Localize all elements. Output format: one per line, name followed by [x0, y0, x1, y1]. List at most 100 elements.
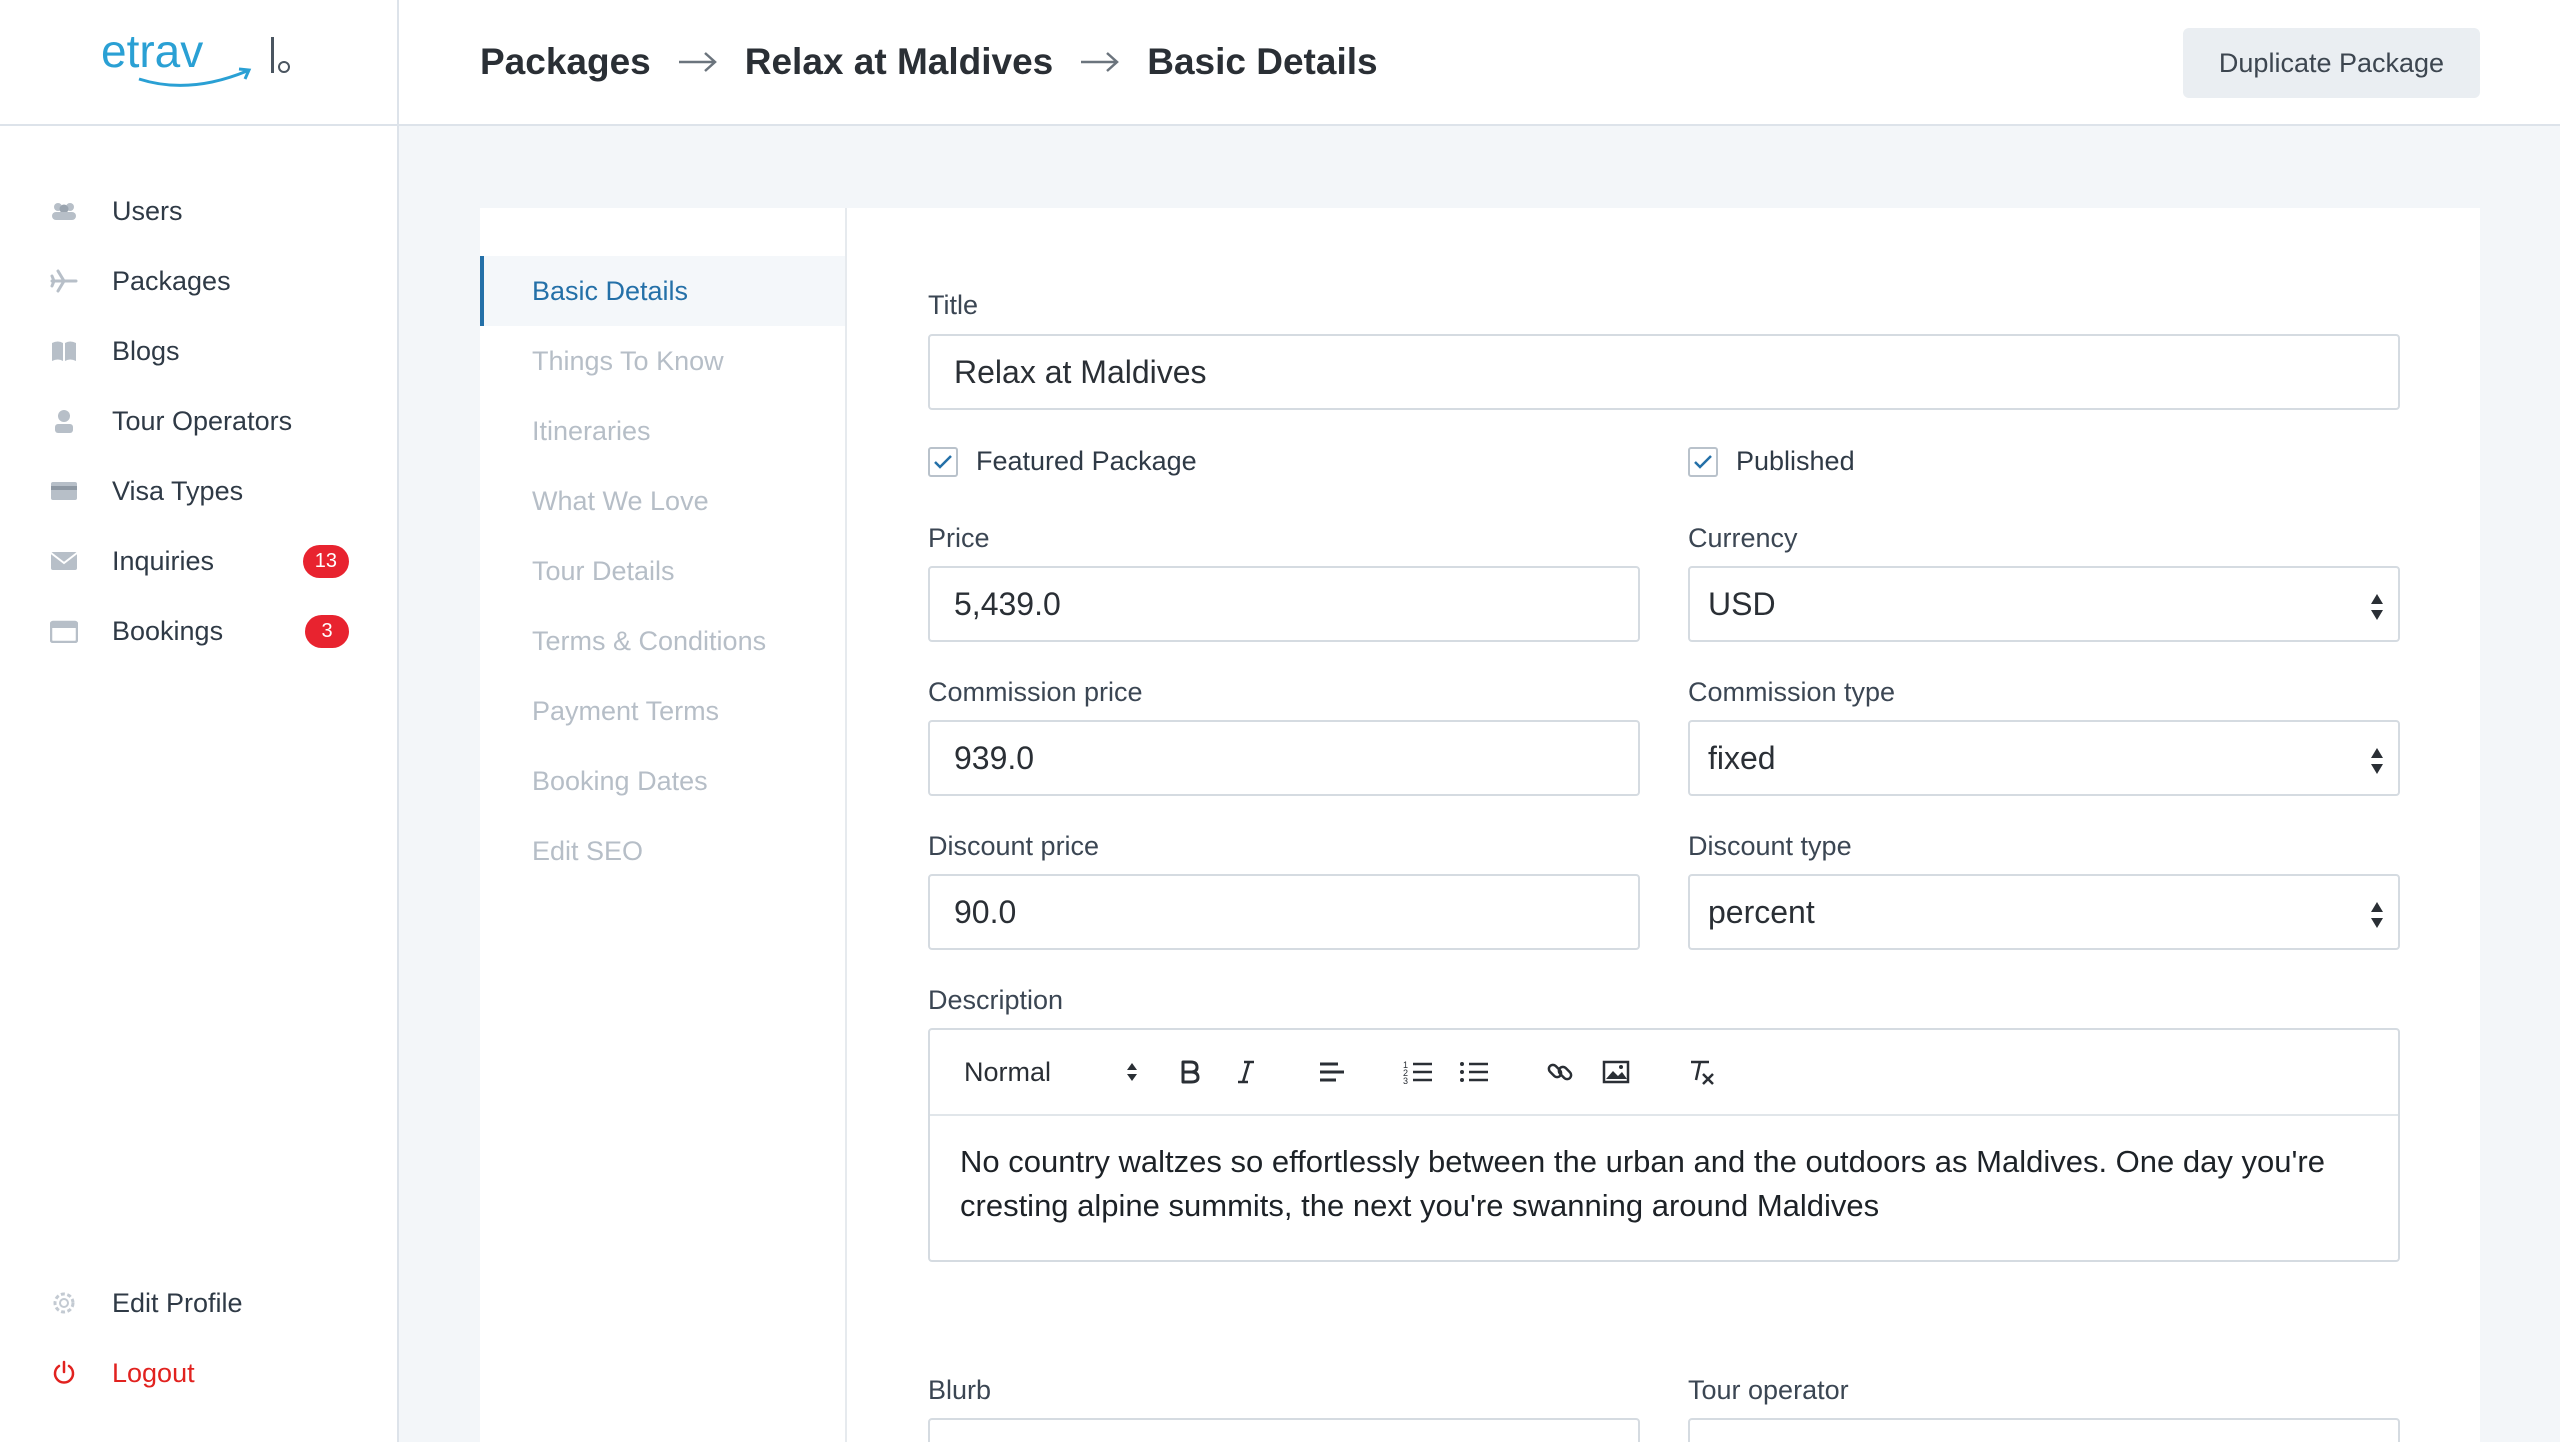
section-nav: Basic Details Things To Know Itineraries…	[480, 208, 847, 1442]
sidebar-item-edit-profile[interactable]: Edit Profile	[0, 1268, 397, 1338]
italic-icon	[1238, 1060, 1254, 1084]
section-tab-booking-dates[interactable]: Booking Dates	[480, 746, 845, 816]
discount-type-select[interactable]: percent	[1688, 874, 2400, 950]
select-arrows-icon	[2371, 902, 2383, 928]
link-icon	[1547, 1063, 1573, 1081]
page-header: Packages Relax at Maldives Basic Details…	[399, 0, 2560, 126]
discount-price-input[interactable]: 90.0	[928, 874, 1640, 950]
heading-format-value: Normal	[964, 1056, 1052, 1087]
bold-button[interactable]	[1162, 1044, 1218, 1100]
image-button[interactable]	[1588, 1044, 1644, 1100]
section-tab-edit-seo[interactable]: Edit SEO	[480, 816, 845, 886]
sidebar-item-label: Tour Operators	[112, 405, 293, 436]
person-icon	[48, 408, 80, 434]
price-input[interactable]: 5,439.0	[928, 566, 1640, 642]
mail-icon	[48, 548, 80, 574]
logo[interactable]: etrav	[0, 0, 397, 126]
sidebar-item-blogs[interactable]: Blogs	[0, 316, 397, 386]
blurb-input[interactable]	[928, 1418, 1640, 1442]
sidebar-item-visa-types[interactable]: Visa Types	[0, 456, 397, 526]
discount-price-value: 90.0	[954, 893, 1017, 930]
plane-icon	[48, 268, 80, 294]
clear-format-icon	[1691, 1060, 1714, 1085]
duplicate-package-button[interactable]: Duplicate Package	[2183, 28, 2480, 98]
sidebar-bottom-nav: Edit Profile Logout	[0, 1268, 397, 1408]
sidebar-item-packages[interactable]: Packages	[0, 246, 397, 316]
blurb-label: Blurb	[928, 1375, 992, 1405]
commission-price-value: 939.0	[954, 739, 1035, 776]
sidebar-item-users[interactable]: Users	[0, 176, 397, 246]
sidebar-item-inquiries[interactable]: Inquiries 13	[0, 526, 397, 596]
arrow-right-icon	[677, 50, 719, 74]
clear-format-button[interactable]	[1674, 1044, 1730, 1100]
book-icon	[48, 338, 80, 364]
commission-type-value: fixed	[1708, 739, 1776, 776]
discount-price-label: Discount price	[928, 831, 1100, 861]
published-checkbox[interactable]: Published	[1688, 446, 1855, 477]
discount-type-value: percent	[1708, 893, 1815, 930]
sidebar-item-logout[interactable]: Logout	[0, 1338, 397, 1408]
section-tab-payment-terms[interactable]: Payment Terms	[480, 676, 845, 746]
sidebar-item-label: Visa Types	[112, 475, 244, 506]
featured-package-checkbox[interactable]: Featured Package	[928, 446, 1197, 477]
link-button[interactable]	[1532, 1044, 1588, 1100]
sidebar-item-label: Blogs	[112, 335, 180, 366]
section-tab-what-we-love[interactable]: What We Love	[480, 466, 845, 536]
section-tab-itineraries[interactable]: Itineraries	[480, 396, 845, 466]
currency-select[interactable]: USD	[1688, 566, 2400, 642]
breadcrumb: Packages Relax at Maldives Basic Details	[480, 41, 1378, 83]
users-icon	[48, 198, 80, 224]
section-tab-basic-details[interactable]: Basic Details	[480, 256, 845, 326]
bullet-list-button[interactable]	[1446, 1044, 1502, 1100]
ordered-list-button[interactable]: 123	[1390, 1044, 1446, 1100]
description-editor[interactable]: Normal 123 No country waltzes so effortl…	[928, 1028, 2400, 1262]
sidebar-item-bookings[interactable]: Bookings 3	[0, 596, 397, 666]
gear-icon	[48, 1290, 80, 1316]
bullet-list-icon	[1460, 1062, 1488, 1082]
align-left-icon	[1320, 1062, 1344, 1082]
select-arrows-icon	[2371, 594, 2383, 620]
title-value: Relax at Maldives	[954, 353, 1207, 390]
breadcrumb-package-name[interactable]: Relax at Maldives	[745, 41, 1053, 83]
bookings-count-badge: 3	[305, 615, 349, 648]
heading-format-select[interactable]: Normal	[964, 1057, 1154, 1088]
sidebar-item-label: Packages	[112, 265, 231, 296]
select-arrows-icon	[1127, 1063, 1137, 1081]
currency-label: Currency	[1688, 523, 1798, 553]
tour-operator-select[interactable]	[1688, 1418, 2400, 1442]
currency-value: USD	[1708, 585, 1776, 622]
italic-button[interactable]	[1218, 1044, 1274, 1100]
discount-type-label: Discount type	[1688, 831, 1852, 861]
tour-operator-label: Tour operator	[1688, 1375, 1849, 1405]
svg-text:3: 3	[1403, 1076, 1408, 1085]
title-input[interactable]: Relax at Maldives	[928, 334, 2400, 410]
commission-type-label: Commission type	[1688, 677, 1896, 707]
image-icon	[1602, 1060, 1630, 1084]
sidebar-item-label: Edit Profile	[112, 1287, 243, 1318]
inquiries-count-badge: 13	[302, 545, 349, 578]
ordered-list-icon: 123	[1403, 1060, 1432, 1085]
sidebar-nav: Users Packages Blogs Tour Operators Visa…	[0, 126, 397, 666]
checkbox-checked-icon	[928, 446, 958, 477]
commission-price-label: Commission price	[928, 677, 1143, 707]
editor-toolbar: Normal 123	[930, 1030, 2398, 1116]
arrow-right-icon	[1079, 50, 1121, 74]
commission-type-select[interactable]: fixed	[1688, 720, 2400, 796]
bold-icon	[1181, 1060, 1200, 1084]
description-text[interactable]: No country waltzes so effortlessly betwe…	[930, 1116, 2398, 1252]
section-tab-terms-conditions[interactable]: Terms & Conditions	[480, 606, 845, 676]
sidebar-item-label: Logout	[112, 1357, 195, 1388]
price-value: 5,439.0	[954, 585, 1061, 622]
section-tab-tour-details[interactable]: Tour Details	[480, 536, 845, 606]
section-tab-things-to-know[interactable]: Things To Know	[480, 326, 845, 396]
sidebar-item-tour-operators[interactable]: Tour Operators	[0, 386, 397, 456]
sidebar-item-label: Bookings	[112, 615, 224, 646]
commission-price-input[interactable]: 939.0	[928, 720, 1640, 796]
description-label: Description	[928, 985, 1064, 1015]
svg-text:etrav: etrav	[101, 27, 203, 77]
align-button[interactable]	[1304, 1044, 1360, 1100]
sidebar-item-label: Users	[112, 195, 183, 226]
power-icon	[48, 1360, 80, 1386]
sidebar: etrav Users Packages Blogs Tour Operator…	[0, 0, 399, 1442]
breadcrumb-packages[interactable]: Packages	[480, 41, 651, 83]
